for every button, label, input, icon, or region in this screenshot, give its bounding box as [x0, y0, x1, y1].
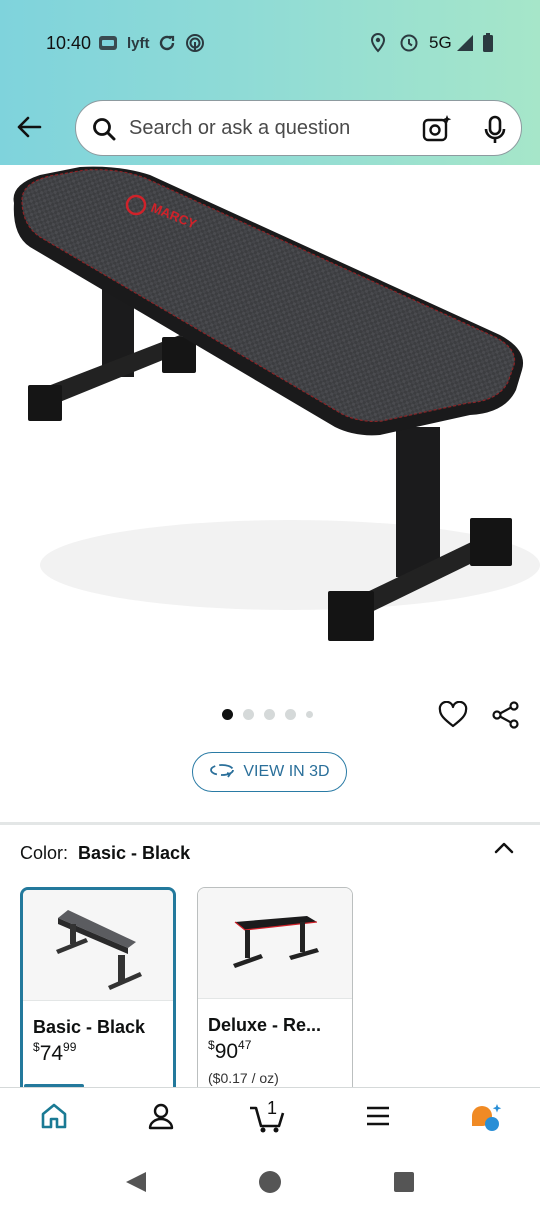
variant-price: $9047	[208, 1038, 252, 1063]
section-divider	[0, 822, 540, 825]
page-dot[interactable]	[243, 709, 254, 720]
sync-icon	[157, 33, 177, 53]
variant-label: Color:	[20, 843, 69, 863]
variant-name: Basic - Black	[33, 1017, 146, 1037]
rotate-3d-icon	[209, 761, 235, 784]
camera-icon[interactable]	[422, 114, 452, 149]
alarm-icon	[399, 33, 419, 53]
variant-thumbnail	[23, 890, 173, 1001]
bottom-nav: 1	[0, 1087, 540, 1150]
variant-unit-price: ($0.17 / oz)	[208, 1070, 279, 1086]
share-icon[interactable]	[491, 700, 521, 735]
variant-option-basic-black[interactable]: Basic - Black $7499	[20, 887, 176, 1097]
system-home-icon[interactable]	[258, 1170, 282, 1199]
variant-price: $7499	[33, 1040, 77, 1065]
system-back-icon[interactable]	[124, 1171, 148, 1198]
variant-header: Color: Basic - Black	[20, 843, 190, 864]
svg-text:lyft: lyft	[127, 35, 150, 52]
image-pagination[interactable]	[222, 709, 313, 720]
chevron-up-icon[interactable]	[492, 838, 516, 863]
search-bar[interactable]	[75, 100, 522, 156]
rufus-icon[interactable]	[468, 1102, 504, 1139]
system-nav-bar	[0, 1149, 540, 1212]
network-type: 5G	[429, 33, 452, 52]
back-arrow-icon[interactable]	[14, 112, 44, 142]
cart-count: 1	[267, 1098, 277, 1118]
variant-name: Deluxe - Re...	[208, 1015, 322, 1035]
page-dot[interactable]	[285, 709, 296, 720]
mic-icon[interactable]	[482, 115, 508, 150]
search-icon[interactable]	[92, 117, 116, 146]
signal-icon	[456, 33, 474, 53]
heart-icon[interactable]	[438, 700, 468, 734]
status-time: 10:40	[46, 33, 92, 53]
battery-icon	[482, 33, 494, 53]
top-bar: 10:40 lyft 5G	[0, 0, 540, 165]
status-bar: 10:40 lyft 5G	[0, 0, 540, 88]
variant-thumbnail	[198, 888, 352, 999]
page-dot[interactable]	[264, 709, 275, 720]
view-in-3d-label: VIEW IN 3D	[243, 763, 330, 780]
view-in-3d-button[interactable]: VIEW IN 3D	[192, 752, 347, 792]
page-dot[interactable]	[306, 711, 313, 718]
search-input[interactable]	[129, 113, 399, 143]
lyft-icon: lyft	[127, 33, 151, 53]
cart-icon[interactable]: 1	[248, 1096, 288, 1139]
menu-icon[interactable]	[364, 1102, 392, 1135]
location-icon	[370, 33, 386, 53]
nfc-icon	[185, 33, 205, 53]
product-image[interactable]: MARCY	[0, 165, 540, 695]
system-recents-icon[interactable]	[393, 1171, 415, 1198]
variant-selected: Basic - Black	[78, 843, 191, 863]
home-icon[interactable]	[40, 1102, 68, 1135]
sim-card-icon	[98, 33, 118, 53]
variant-option-deluxe[interactable]: Deluxe - Re... $9047 ($0.17 / oz)	[197, 887, 353, 1097]
page-dot[interactable]	[222, 709, 233, 720]
account-icon[interactable]	[147, 1102, 175, 1135]
